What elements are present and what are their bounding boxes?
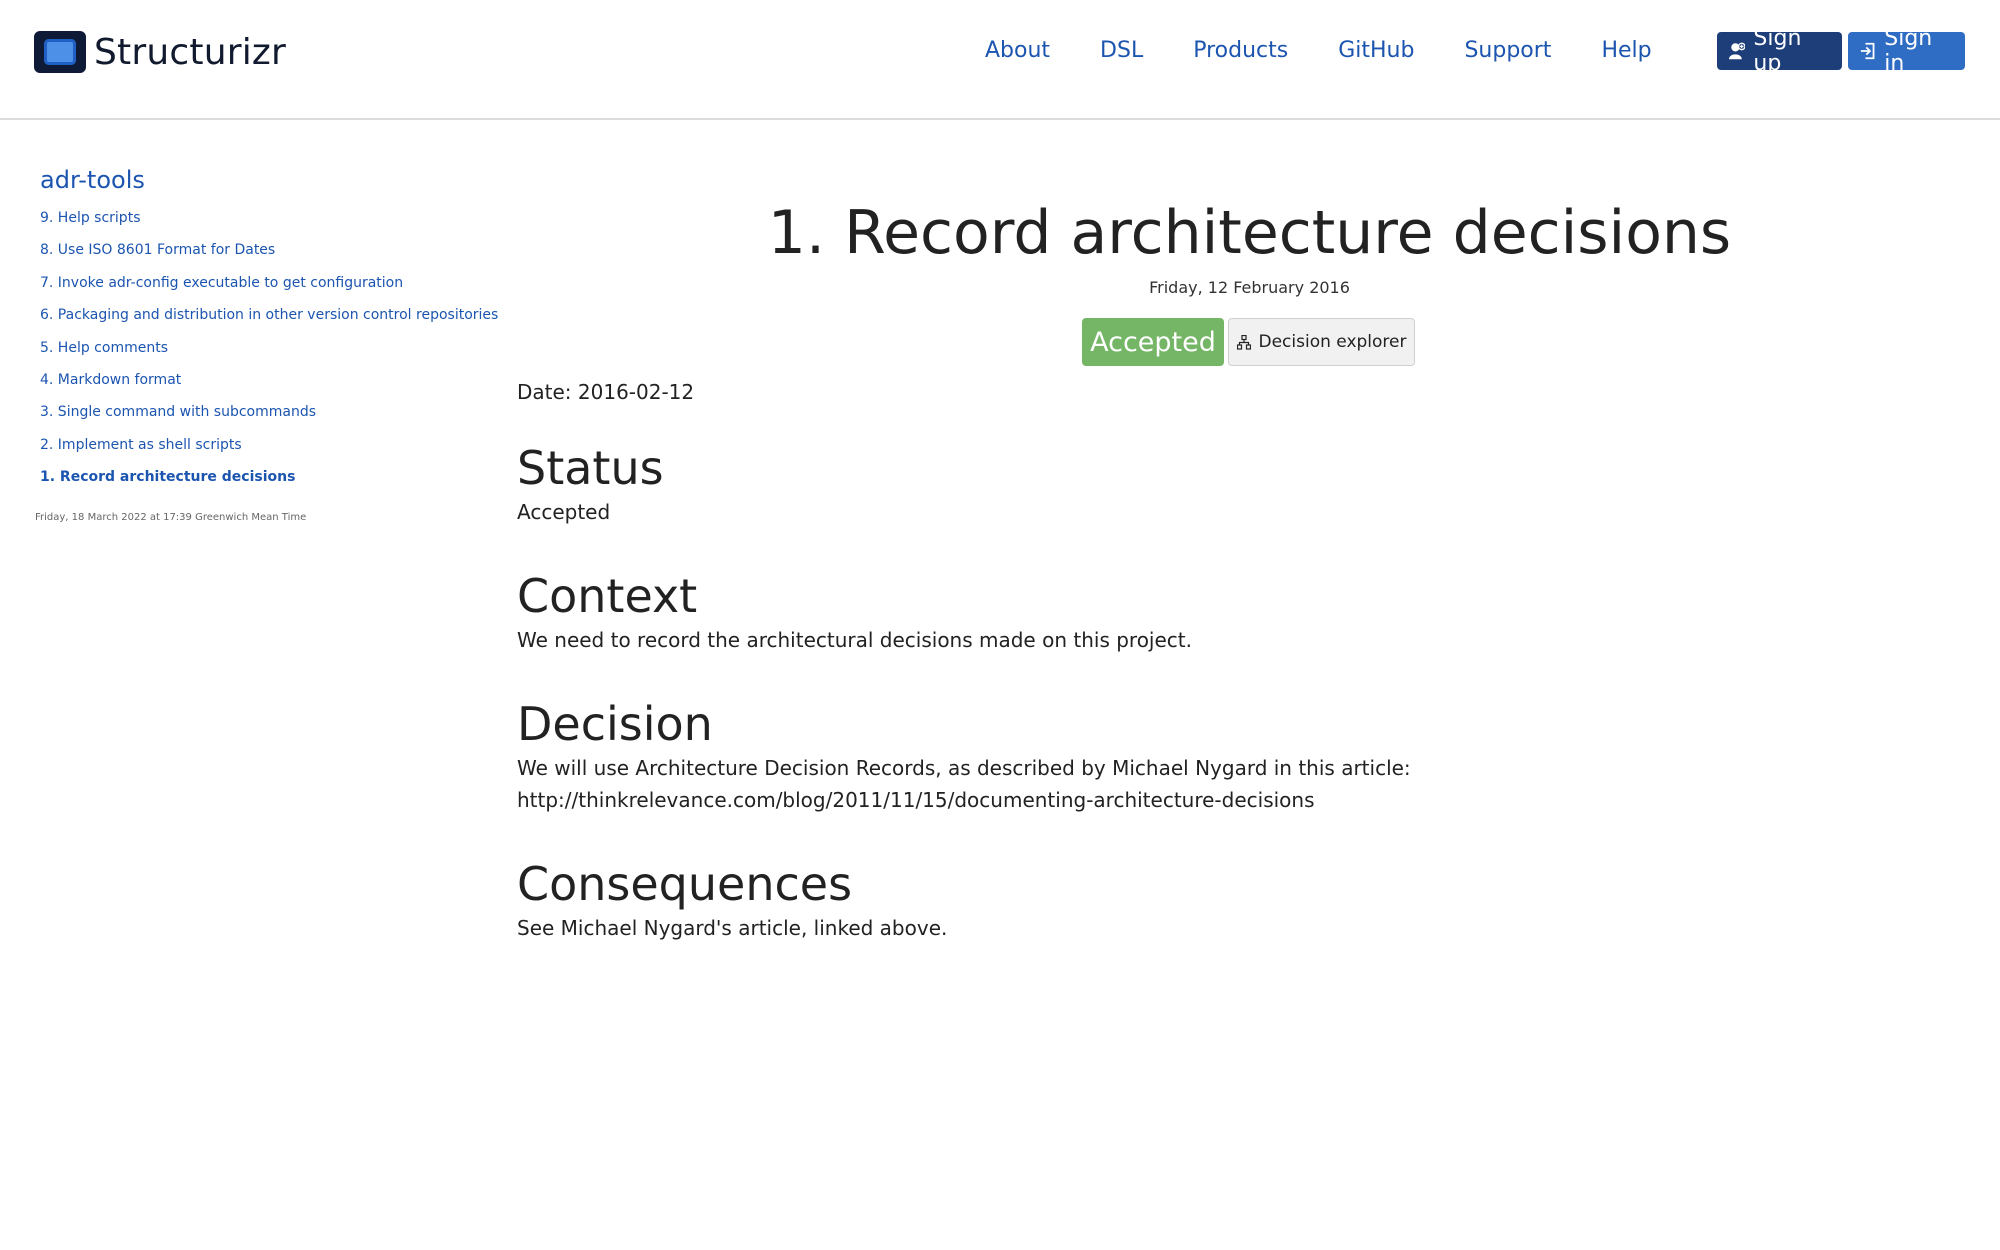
sign-up-label: Sign up [1753, 26, 1802, 76]
sidebar-item-help-comments[interactable]: 5. Help comments [40, 332, 490, 364]
sign-in-label: Sign in [1884, 26, 1933, 76]
page-title: 1. Record architecture decisions [767, 198, 1732, 268]
nav-about[interactable]: About [985, 34, 1050, 68]
brand-name: Structurizr [94, 31, 287, 73]
nav-help[interactable]: Help [1601, 34, 1651, 68]
decision-list: 9. Help scripts 8. Use ISO 8601 Format f… [40, 202, 498, 494]
user-plus-icon [1729, 42, 1746, 60]
structurizr-logo [34, 31, 86, 73]
last-updated-timestamp: Friday, 18 March 2022 at 17:39 Greenwich… [35, 512, 307, 523]
sidebar-title[interactable]: adr-tools [40, 166, 490, 194]
sign-in-icon [1860, 42, 1875, 60]
section-decision: Decision We will use Architecture Decisi… [517, 696, 1947, 816]
decision-badges: Accepted Decision explorer [1082, 318, 1415, 366]
sidebar-item-adr-config[interactable]: 7. Invoke adr-config executable to get c… [40, 267, 490, 299]
section-context: Context We need to record the architectu… [517, 568, 1947, 656]
section-heading-decision: Decision [517, 697, 713, 751]
sitemap-icon [1236, 334, 1251, 350]
sidebar-item-help-scripts[interactable]: 9. Help scripts [40, 202, 490, 234]
section-heading-consequences: Consequences [517, 857, 853, 911]
main-nav: About DSL Products GitHub Support Help [985, 34, 1702, 68]
sign-in-button[interactable]: Sign in [1848, 26, 1965, 76]
sidebar-item-shell-scripts[interactable]: 2. Implement as shell scripts [40, 429, 490, 461]
nav-dsl[interactable]: DSL [1100, 34, 1143, 68]
sidebar-item-iso-8601[interactable]: 8. Use ISO 8601 Format for Dates [40, 234, 490, 266]
section-status: Status Accepted [517, 440, 1947, 528]
sidebar-item-markdown-format[interactable]: 4. Markdown format [40, 364, 490, 396]
auth-buttons: Sign up Sign in [1717, 26, 1965, 76]
date-line: Date: 2016-02-12 [517, 380, 695, 404]
status-badge: Accepted [1082, 318, 1224, 366]
sidebar-item-single-command[interactable]: 3. Single command with subcommands [40, 396, 490, 428]
section-heading-status: Status [517, 441, 664, 495]
sidebar-item-record-decisions[interactable]: 1. Record architecture decisions [40, 461, 490, 493]
site-header: Structurizr About DSL Products GitHub Su… [0, 0, 2000, 120]
nav-products[interactable]: Products [1193, 34, 1288, 68]
decision-date: Friday, 12 February 2016 [1149, 278, 1350, 297]
section-heading-context: Context [517, 569, 698, 623]
decision-explorer-label: Decision explorer [1258, 332, 1407, 352]
sidebar-item-packaging[interactable]: 6. Packaging and distribution in other v… [40, 299, 498, 331]
brand-logo-link[interactable]: Structurizr [34, 30, 286, 74]
nav-support[interactable]: Support [1464, 34, 1551, 68]
section-text-status: Accepted [517, 500, 611, 524]
sidebar: adr-tools 9. Help scripts 8. Use ISO 860… [35, 166, 498, 523]
section-text-context: We need to record the architectural deci… [517, 628, 1192, 652]
section-consequences: Consequences See Michael Nygard's articl… [517, 856, 1947, 944]
section-text-decision: We will use Architecture Decision Record… [517, 756, 1411, 812]
sign-up-button[interactable]: Sign up [1717, 26, 1842, 76]
section-text-consequences: See Michael Nygard's article, linked abo… [517, 916, 948, 940]
decision-explorer-button[interactable]: Decision explorer [1228, 318, 1415, 366]
nav-github[interactable]: GitHub [1338, 34, 1414, 68]
